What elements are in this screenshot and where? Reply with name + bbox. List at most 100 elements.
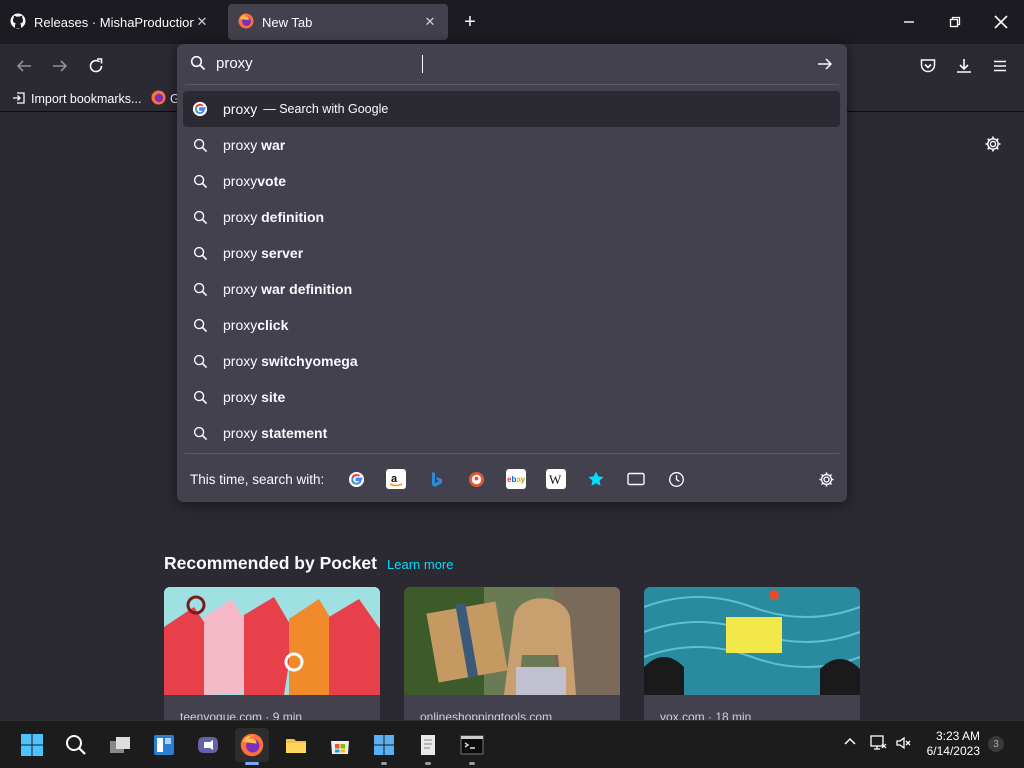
suggestion-completion: vote [257,173,287,189]
back-arrow-icon[interactable] [12,54,36,78]
suggestion-text: proxy definition [223,209,324,225]
network-icon[interactable] [869,734,887,757]
microsoft-store-icon[interactable] [323,728,357,762]
volume-muted-icon[interactable] [895,734,913,757]
search-icon [191,172,209,190]
notification-badge[interactable]: 3 [988,736,1004,752]
urlbar[interactable]: proxy [177,44,847,84]
task-view-icon[interactable] [103,728,137,762]
pocket-card[interactable]: vox.com · 18 min [644,587,860,720]
close-window-button[interactable] [978,0,1024,44]
close-tab-icon[interactable]: ✕ [194,14,210,30]
suggestion-typed: proxy [223,425,262,441]
suggestion-typed: proxy [223,137,262,153]
restore-button[interactable] [932,0,978,44]
suggestion-text: proxyvote [223,173,286,189]
divider [185,453,839,454]
search-with-note: — Search with Google [263,102,389,116]
file-explorer-icon[interactable] [279,728,313,762]
pocket-card-source: teenvogue.com · 9 min [180,710,303,720]
suggestion-text: proxy server [223,245,303,261]
search-taskbar-icon[interactable] [59,728,93,762]
suggestion-typed: proxy [223,353,262,369]
svg-text:ebay: ebay [507,475,525,484]
suggestion-text: proxy switchyomega [223,353,358,369]
tab-title: Releases · MishaProductions/Re [34,14,194,30]
suggestion-text: proxy war definition [223,281,352,297]
pocket-card[interactable]: teenvogue.com · 9 min [164,587,380,720]
pocket-card-image [404,587,620,695]
suggestion-row[interactable]: proxy — Search with Google [183,91,840,127]
search-settings-gear-icon[interactable] [816,469,836,489]
suggestion-typed: proxy [223,317,258,333]
suggestion-row[interactable]: proxy switchyomega [183,343,840,379]
firefox-taskbar-icon[interactable] [235,728,269,765]
duckduckgo-engine-icon[interactable] [466,469,486,489]
one-off-search-bar: This time, search with: a ebay W [177,462,847,496]
app-windows-icon[interactable] [367,728,401,765]
google-engine-icon[interactable] [346,469,366,489]
bing-engine-icon[interactable] [426,469,446,489]
tab-title: New Tab [262,14,313,30]
search-icon [191,208,209,226]
system-clock[interactable]: 3:23 AM 6/14/2023 [922,729,980,759]
suggestion-row[interactable]: proxyvote [183,163,840,199]
suggestion-typed: proxy [223,281,262,297]
active-indicator [245,762,259,765]
wikipedia-engine-icon[interactable]: W [546,469,567,489]
go-arrow-icon[interactable] [817,56,833,77]
new-tab-plus-icon[interactable]: + [460,10,480,34]
suggestion-row[interactable]: proxy statement [183,415,840,451]
suggestion-text: proxy [223,101,257,117]
suggestion-row[interactable]: proxy server [183,235,840,271]
suggestion-row[interactable]: proxy war definition [183,271,840,307]
close-tab-icon[interactable]: ✕ [422,14,438,30]
show-hidden-icons-chevron-icon[interactable] [842,734,858,755]
search-icon [191,352,209,370]
reload-icon[interactable] [84,54,108,78]
tab-new-tab[interactable]: New Tab ✕ [228,4,448,40]
notepad-icon[interactable] [411,728,445,765]
clock-time: 3:23 AM [935,729,980,743]
suggestion-typed: proxy [223,173,258,189]
search-icon [191,280,209,298]
suggestion-row[interactable]: proxy site [183,379,840,415]
learn-more-link[interactable]: Learn more [387,557,453,572]
suggestion-row[interactable]: proxy war [183,127,840,163]
downloads-icon[interactable] [952,54,976,78]
ebay-engine-icon[interactable]: ebay [506,469,527,489]
terminal-icon[interactable] [455,728,489,765]
history-clock-icon[interactable] [666,469,686,489]
start-windows-icon[interactable] [15,728,49,762]
bookmark-item[interactable]: G [151,88,180,110]
suggestion-typed: proxy [223,101,258,117]
clock-date: 6/14/2023 [926,744,980,758]
suggestion-typed: proxy [223,389,262,405]
github-icon [10,13,26,32]
forward-arrow-icon[interactable] [48,54,72,78]
minimize-button[interactable] [886,0,932,44]
suggestion-row[interactable]: proxyclick [183,307,840,343]
one-off-label: This time, search with: [190,471,325,487]
menu-hamburger-icon[interactable] [988,54,1012,78]
amazon-engine-icon[interactable]: a [386,469,407,489]
teams-chat-icon[interactable] [191,728,225,762]
running-indicator [469,762,475,765]
customize-gear-icon[interactable] [982,133,1004,155]
search-icon [190,55,206,76]
urlbar-input[interactable]: proxy [216,55,253,72]
suggestion-completion: switchyomega [261,353,358,369]
tabs-icon[interactable] [626,469,646,489]
pocket-card-image [164,587,380,695]
suggestion-row[interactable]: proxy definition [183,199,840,235]
bookmarks-star-icon[interactable] [586,469,606,489]
divider [185,84,839,85]
pocket-card[interactable]: onlineshoppingtools.com [404,587,620,720]
widgets-icon[interactable] [147,728,181,762]
pocket-icon[interactable] [916,54,940,78]
google-icon [191,100,209,118]
suggestion-completion: statement [261,425,328,441]
import-bookmarks-button[interactable]: Import bookmarks... [12,88,141,110]
suggestion-completion: site [261,389,286,405]
tab-releases[interactable]: Releases · MishaProductions/Re ✕ [0,4,220,40]
